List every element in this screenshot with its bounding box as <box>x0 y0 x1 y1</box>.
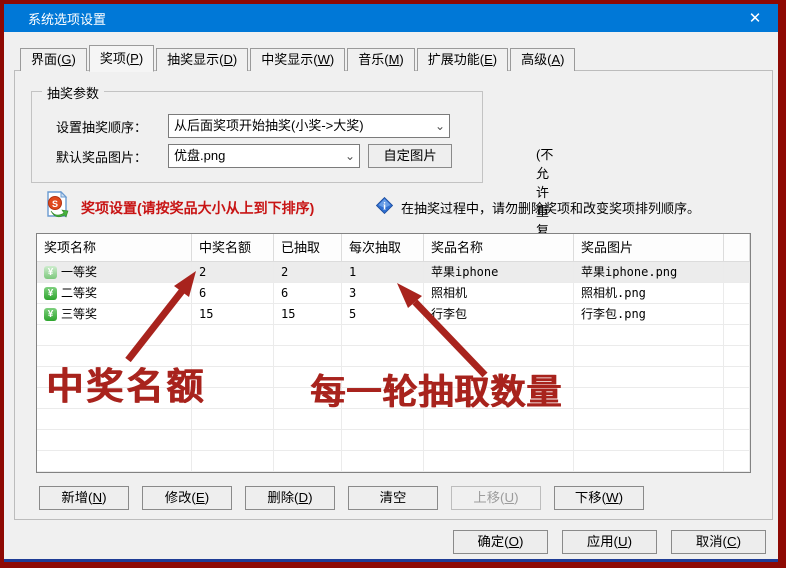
default-image-value: 优盘.png <box>174 148 225 163</box>
tab-music[interactable]: 音乐(M) <box>347 48 415 71</box>
table-action-buttons: 新增(N) 修改(E) 删除(D) 清空 上移(U) 下移(W) <box>39 486 644 510</box>
draw-order-label: 设置抽奖顺序： <box>56 117 168 136</box>
col-prize-name[interactable]: 奖项名称 <box>37 234 192 262</box>
col-quota[interactable]: 中奖名额 <box>192 234 274 262</box>
clear-button[interactable]: 清空 <box>348 486 438 510</box>
quota-value: 6 <box>192 283 274 304</box>
empty-row <box>37 325 750 346</box>
prize-settings-label: 奖项设置(请按奖品大小从上到下排序) <box>81 198 314 218</box>
per-draw-value: 5 <box>342 304 424 325</box>
draw-warning-text: 在抽奖过程中，请勿删除奖项和改变奖项排列顺序。 <box>401 198 700 217</box>
quota-value: 2 <box>192 262 274 283</box>
item-name: 照相机 <box>424 283 574 304</box>
close-icon[interactable]: ✕ <box>732 4 778 32</box>
apply-button[interactable]: 应用(U) <box>562 530 657 554</box>
item-image: 苹果iphone.png <box>574 262 724 283</box>
item-image: 行李包.png <box>574 304 724 325</box>
tab-advanced[interactable]: 高级(A) <box>510 48 575 71</box>
move-up-button: 上移(U) <box>451 486 541 510</box>
tab-interface[interactable]: 界面(G) <box>20 48 87 71</box>
cancel-button[interactable]: 取消(C) <box>671 530 766 554</box>
prize-yen-icon: ¥ <box>44 308 57 321</box>
col-drawn[interactable]: 已抽取 <box>274 234 342 262</box>
tab-extensions[interactable]: 扩展功能(E) <box>417 48 508 71</box>
per-draw-value: 1 <box>342 262 424 283</box>
drawn-value: 2 <box>274 262 342 283</box>
annotation-per-round-label: 每一轮抽取数量 <box>310 364 562 415</box>
custom-image-button[interactable]: 自定图片 <box>368 144 452 168</box>
chevron-down-icon[interactable]: ⌄ <box>345 145 355 167</box>
draw-order-select[interactable]: 从后面奖项开始抽奖(小奖->大奖) ⌄ <box>168 114 450 138</box>
col-per-draw[interactable]: 每次抽取 <box>342 234 424 262</box>
dialog-title: 系统选项设置 <box>4 9 106 28</box>
prize-table[interactable]: 奖项名称 中奖名额 已抽取 每次抽取 奖品名称 奖品图片 ¥ 一等奖 2 2 1 <box>36 233 751 473</box>
screenshot-frame: 系统选项设置 ✕ 界面(G) 奖项(P) 抽奖显示(D) 中奖显示(W) 音乐(… <box>0 0 786 568</box>
table-row[interactable]: ¥ 三等奖 15 15 5 行李包 行李包.png <box>37 304 750 325</box>
delete-button[interactable]: 删除(D) <box>245 486 335 510</box>
svg-text:S: S <box>52 199 58 209</box>
ok-button[interactable]: 确定(O) <box>453 530 548 554</box>
col-filler <box>724 234 750 262</box>
group-legend: 抽奖参数 <box>42 83 104 102</box>
empty-row <box>37 430 750 451</box>
quota-value: 15 <box>192 304 274 325</box>
item-name: 苹果iphone <box>424 262 574 283</box>
prizes-tab-page: 抽奖参数 设置抽奖顺序： 从后面奖项开始抽奖(小奖->大奖) ⌄ 默认奖品图片：… <box>14 70 773 520</box>
tab-draw-display[interactable]: 抽奖显示(D) <box>156 48 248 71</box>
tab-prizes[interactable]: 奖项(P) <box>89 45 154 72</box>
info-icon: i <box>376 197 393 214</box>
col-item-image[interactable]: 奖品图片 <box>574 234 724 262</box>
empty-row <box>37 451 750 472</box>
svg-text:i: i <box>383 202 386 213</box>
chevron-down-icon[interactable]: ⌄ <box>435 115 445 137</box>
draw-order-value: 从后面奖项开始抽奖(小奖->大奖) <box>174 118 364 133</box>
drawn-value: 6 <box>274 283 342 304</box>
table-header-row: 奖项名称 中奖名额 已抽取 每次抽取 奖品名称 奖品图片 <box>37 234 750 262</box>
prize-name: 二等奖 <box>61 283 97 303</box>
default-image-select[interactable]: 优盘.png ⌄ <box>168 144 360 168</box>
per-draw-value: 3 <box>342 283 424 304</box>
item-image: 照相机.png <box>574 283 724 304</box>
dialog-buttons: 确定(O) 应用(U) 取消(C) <box>453 530 766 554</box>
add-button[interactable]: 新增(N) <box>39 486 129 510</box>
tab-win-display[interactable]: 中奖显示(W) <box>250 48 345 71</box>
prize-name: 一等奖 <box>61 262 97 282</box>
edit-button[interactable]: 修改(E) <box>142 486 232 510</box>
drawn-value: 15 <box>274 304 342 325</box>
annotation-quota-label: 中奖名额 <box>46 356 206 410</box>
col-item-name[interactable]: 奖品名称 <box>424 234 574 262</box>
prize-yen-icon: ¥ <box>44 287 57 300</box>
tab-strip: 界面(G) 奖项(P) 抽奖显示(D) 中奖显示(W) 音乐(M) 扩展功能(E… <box>20 44 577 71</box>
default-image-label: 默认奖品图片： <box>56 147 168 166</box>
item-name: 行李包 <box>424 304 574 325</box>
system-options-dialog: 系统选项设置 ✕ 界面(G) 奖项(P) 抽奖显示(D) 中奖显示(W) 音乐(… <box>4 4 778 562</box>
table-row[interactable]: ¥ 二等奖 6 6 3 照相机 照相机.png <box>37 283 750 304</box>
prize-yen-icon: ¥ <box>44 266 57 279</box>
title-bar[interactable]: 系统选项设置 ✕ <box>4 4 778 32</box>
prize-settings-icon: S <box>45 191 69 218</box>
prize-name: 三等奖 <box>61 304 97 324</box>
table-row[interactable]: ¥ 一等奖 2 2 1 苹果iphone 苹果iphone.png <box>37 262 750 283</box>
move-down-button[interactable]: 下移(W) <box>554 486 644 510</box>
draw-parameters-group: 抽奖参数 设置抽奖顺序： 从后面奖项开始抽奖(小奖->大奖) ⌄ 默认奖品图片：… <box>31 91 483 183</box>
